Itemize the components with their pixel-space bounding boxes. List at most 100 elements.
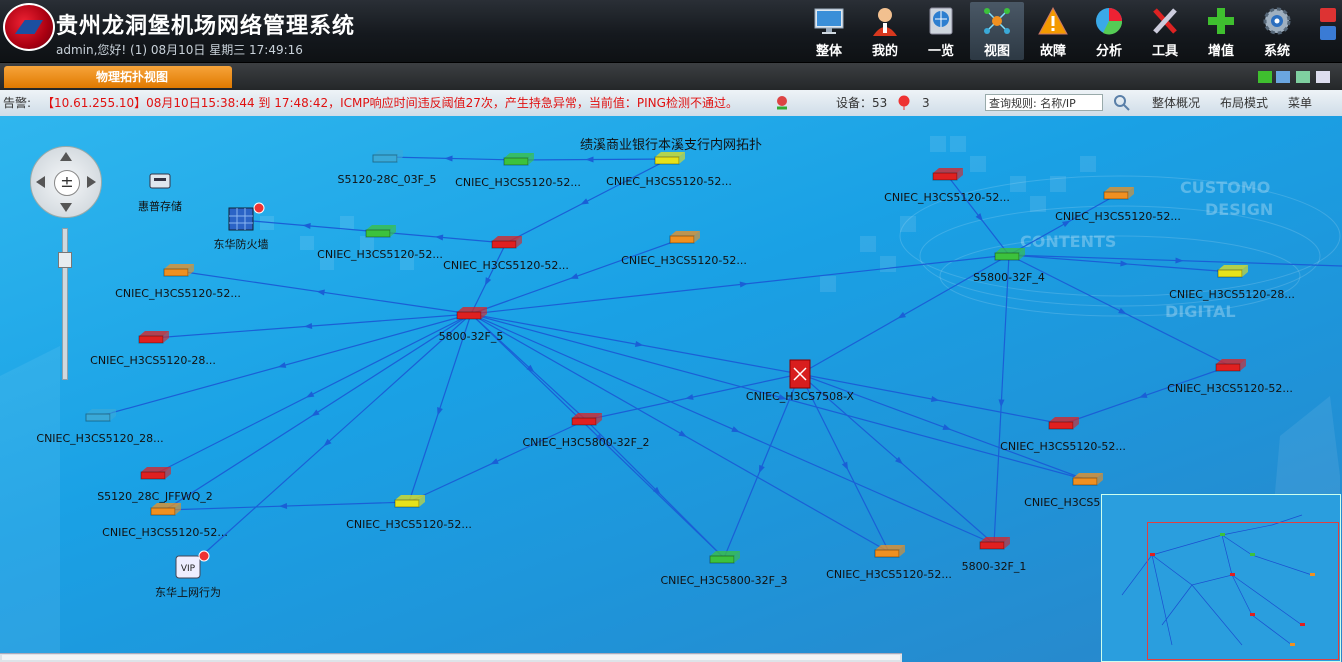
tab-physical-topology[interactable]: 物理拓扑视图 [32,66,232,88]
device-label: CNIEC_H3CS5120-52... [102,526,228,539]
pan-left-icon[interactable] [36,176,45,188]
device-n9[interactable] [163,264,194,277]
device-n10[interactable] [456,307,487,320]
device-label: CNIEC_H3CS5120-52... [621,254,747,267]
link-arrow [490,458,499,465]
device-n3[interactable] [654,152,685,165]
link-arrow [305,391,315,398]
device-n14[interactable] [150,503,181,516]
device-label: CNIEC_H3CS5120-52... [1167,382,1293,395]
link-arrow [1175,257,1184,264]
link-arrow [1120,260,1129,267]
device-n15[interactable]: VIP [175,550,210,579]
pie-chart-icon [1096,8,1123,35]
pan-control[interactable]: ± [30,146,102,218]
link-arrow [685,394,694,400]
device-label: CNIEC_H3CS5120-52... [443,259,569,272]
add-icon[interactable] [1258,71,1272,83]
nav-overall[interactable]: 整体 [802,2,856,60]
nav-view[interactable]: 视图 [970,2,1024,60]
topology-canvas[interactable]: CUSTOMO DESIGN CONTENTS DIGITAL VIP S512… [0,116,1342,662]
device-label: 东华上网行为 [155,586,221,599]
alarm-count: 3 [922,96,930,110]
device-label: 5800-32F_1 [961,560,1027,573]
device-n7[interactable] [491,236,522,249]
pan-down-icon[interactable] [60,203,72,212]
horizontal-scrollbar[interactable] [0,653,902,662]
device-label: CNIEC_H3CS5120-52... [606,175,732,188]
device-label: S5800-32F_4 [973,271,1045,284]
alarm-message[interactable]: 【10.61.255.10】08月10日15:38:44 到 17:48:42，… [42,90,738,116]
overall-summary-link[interactable]: 整体概况 [1152,90,1200,116]
device-n21[interactable] [571,413,602,426]
search-input[interactable]: 查询规则: 名称/IP [985,94,1103,111]
device-n5[interactable] [228,202,265,231]
pan-up-icon[interactable] [60,152,72,161]
app-title: 贵州龙洞堡机场网络管理系统 [56,14,356,39]
device-n11[interactable] [138,331,169,344]
zoom-slider[interactable] [62,228,68,380]
device-n26[interactable] [709,551,740,564]
device-n17[interactable] [1103,187,1134,200]
device-n18[interactable] [994,248,1025,261]
device-n12[interactable] [85,409,116,422]
device-label: 惠普存储 [138,200,182,213]
restore-icon[interactable] [1320,26,1336,40]
nav-fault[interactable]: 故障 [1026,2,1080,60]
topology-title: 绩溪商业银行本溪支行内网拓扑 [580,138,763,153]
device-n16[interactable] [932,168,963,181]
nav-system[interactable]: 系统 [1250,2,1304,60]
device-label: CNIEC_H3CS5120-52... [115,287,241,300]
tab-menu-icon[interactable] [4,66,32,88]
nav-mine[interactable]: 我的 [858,2,912,60]
link-arrow [739,281,748,288]
device-label: 5800-32F_5 [438,330,504,343]
device-label: CNIEC_H3CS5120-52... [317,248,443,261]
minimap-viewport[interactable] [1147,522,1339,660]
device-n1[interactable] [372,150,403,163]
zoom-reset-icon[interactable]: ± [54,170,80,196]
close-icon[interactable] [1320,8,1336,22]
device-n6[interactable] [365,225,396,238]
link-arrow [998,399,1005,408]
device-n13[interactable] [140,467,171,480]
device-n23[interactable] [1048,417,1079,430]
pan-right-icon[interactable] [87,176,96,188]
link-arrow [311,409,320,417]
nav-value-added[interactable]: 增值 [1194,2,1248,60]
link-arrow [444,155,453,162]
device-n20[interactable] [789,359,811,389]
device-n25[interactable] [394,495,425,508]
link-arrow [1138,392,1148,398]
menu-link[interactable]: 菜单 [1288,90,1312,116]
link-arrow [841,461,849,471]
nav-tools[interactable]: 工具 [1138,2,1192,60]
plus-icon [1208,8,1234,34]
link-arrow [1118,307,1127,315]
device-label: CNIEC_H3CS5120-52... [826,568,952,581]
link-icon[interactable] [1296,71,1310,83]
nav-overview[interactable]: 一览 [914,2,968,60]
alarm-bar: 告警: 【10.61.255.10】08月10日15:38:44 到 17:48… [0,90,1342,117]
device-n24[interactable] [1072,473,1103,486]
nav-analysis[interactable]: 分析 [1082,2,1136,60]
layout-mode-link[interactable]: 布局模式 [1220,90,1268,116]
device-n28[interactable] [979,537,1010,550]
device-n19[interactable] [1217,265,1248,278]
device-n2[interactable] [503,153,534,166]
device-n8[interactable] [669,231,700,244]
device-n27[interactable] [874,545,905,558]
link-arrow [304,323,313,329]
svg-text:VIP: VIP [181,564,196,574]
refresh-icon[interactable] [1276,71,1290,83]
device-n4[interactable] [149,173,171,189]
link-arrow [678,430,687,437]
search-icon[interactable] [1114,95,1130,111]
link-arrow [580,198,589,205]
device-n22[interactable] [1215,359,1246,372]
save-icon[interactable] [1316,71,1330,83]
link-arrow [569,273,579,279]
zoom-slider-thumb[interactable] [58,252,72,268]
link-arrow [437,407,443,416]
topology-minimap[interactable] [1101,494,1341,662]
